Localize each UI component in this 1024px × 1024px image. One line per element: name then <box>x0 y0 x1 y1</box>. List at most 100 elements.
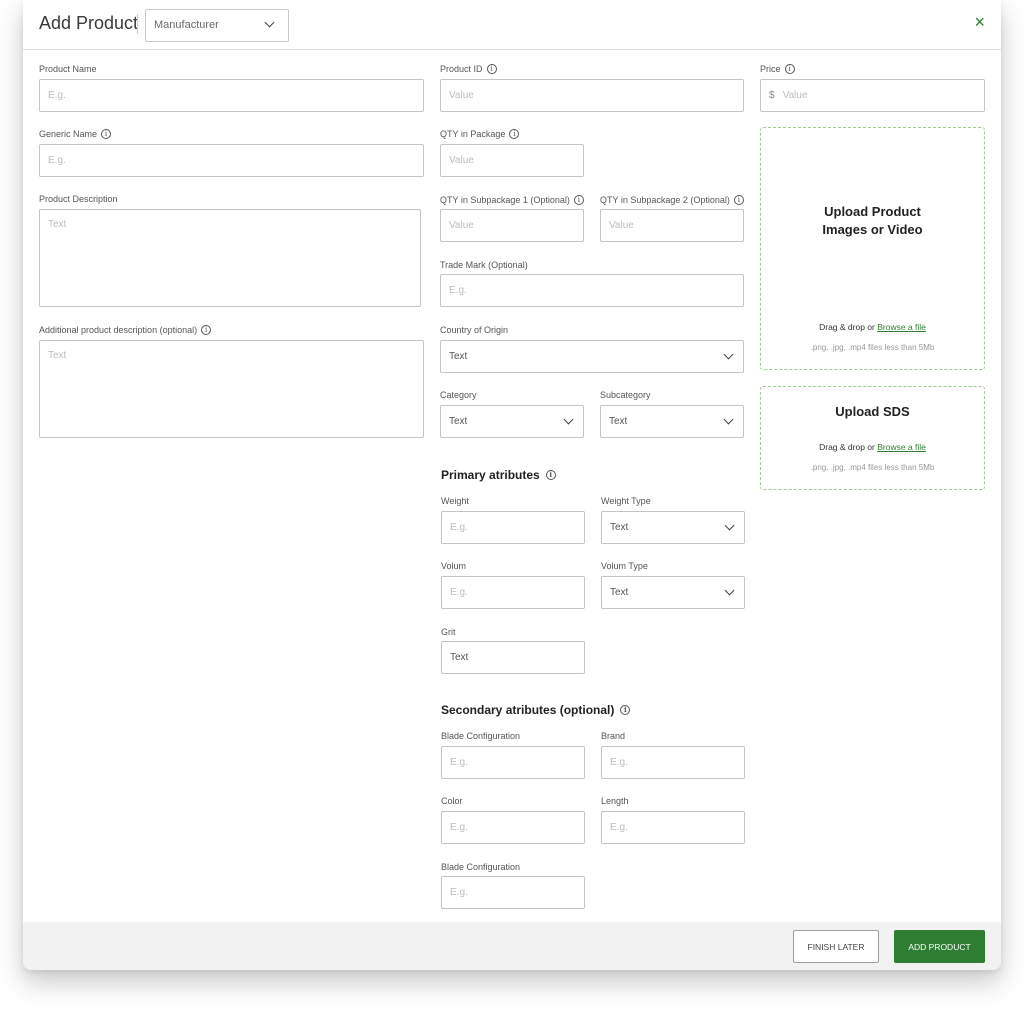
grit-label: Grit <box>441 627 456 637</box>
upload-media-title-line2: Images or Video <box>822 222 923 237</box>
primary-attributes-title: Primary atributes i <box>441 468 556 482</box>
weight-type-label: Weight Type <box>601 496 651 506</box>
country-label: Country of Origin <box>440 325 508 335</box>
qty-package-label-text: QTY in Package <box>440 129 506 139</box>
product-description-textarea[interactable]: Text <box>39 209 421 307</box>
modal-header: Add Product Manufacturer × <box>23 0 1001 50</box>
product-name-placeholder: E.g. <box>48 90 66 101</box>
additional-description-label: Additional product description (optional… <box>39 325 212 335</box>
category-label-text: Category <box>440 390 477 400</box>
chevron-down-icon <box>724 585 735 596</box>
price-label: Price i <box>760 64 795 74</box>
title-divider <box>137 14 138 34</box>
volum-label: Volum <box>441 561 466 571</box>
blade-configuration-2-label-text: Blade Configuration <box>441 862 521 872</box>
length-label-text: Length <box>601 796 629 806</box>
info-icon[interactable]: i <box>201 325 212 335</box>
volum-type-select[interactable]: Text <box>601 576 745 609</box>
info-icon[interactable]: i <box>545 470 556 480</box>
manufacturer-select[interactable]: Manufacturer <box>145 9 289 42</box>
price-input[interactable]: $ Value <box>760 79 985 112</box>
info-icon[interactable]: i <box>573 195 584 205</box>
brand-label-text: Brand <box>601 731 626 741</box>
length-input[interactable]: E.g. <box>601 811 745 844</box>
volum-type-label: Volum Type <box>601 561 648 571</box>
chevron-down-icon <box>723 414 734 425</box>
country-select[interactable]: Text <box>440 340 744 373</box>
close-icon[interactable]: × <box>974 13 985 31</box>
finish-later-button[interactable]: FINISH LATER <box>793 930 879 963</box>
product-name-input[interactable]: E.g. <box>39 79 424 112</box>
weight-input[interactable]: E.g. <box>441 511 585 544</box>
volum-placeholder: E.g. <box>450 587 468 598</box>
price-label-text: Price <box>760 64 781 74</box>
upload-media-title: Upload Product Images or Video <box>761 203 984 239</box>
grit-input[interactable]: Text <box>441 641 585 674</box>
blade-configuration-placeholder: E.g. <box>450 757 468 768</box>
qty-sub2-input[interactable]: Value <box>600 209 744 242</box>
color-input[interactable]: E.g. <box>441 811 585 844</box>
info-icon[interactable]: i <box>733 195 744 205</box>
currency-symbol: $ <box>769 90 775 101</box>
volum-input[interactable]: E.g. <box>441 576 585 609</box>
add-product-button[interactable]: ADD PRODUCT <box>894 930 985 963</box>
info-icon[interactable]: i <box>509 129 520 139</box>
chevron-down-icon <box>563 414 574 425</box>
price-placeholder: Value <box>782 90 808 101</box>
info-icon[interactable]: i <box>486 64 497 74</box>
country-label-text: Country of Origin <box>440 325 509 335</box>
qty-package-input[interactable]: Value <box>440 144 584 177</box>
upload-sds-browse-link[interactable]: Browse a file <box>877 442 926 452</box>
primary-attributes-title-text: Primary atributes <box>441 468 540 482</box>
generic-name-input[interactable]: E.g. <box>39 144 424 177</box>
additional-description-placeholder: Text <box>48 350 67 361</box>
additional-description-label-text: Additional product description (optional… <box>39 325 198 335</box>
blade-configuration-2-input[interactable]: E.g. <box>441 876 585 909</box>
volum-label-text: Volum <box>441 561 467 571</box>
volum-type-select-value: Text <box>610 587 629 598</box>
info-icon[interactable]: i <box>784 64 795 74</box>
qty-sub1-label-text: QTY in Subpackage 1 (Optional) <box>440 195 570 205</box>
product-description-label-text: Product Description <box>39 194 118 204</box>
blade-configuration-label-text: Blade Configuration <box>441 731 521 741</box>
qty-sub1-input[interactable]: Value <box>440 209 584 242</box>
upload-sds-dropzone[interactable]: Upload SDS Drag & drop or Browse a file … <box>760 386 985 490</box>
weight-type-label-text: Weight Type <box>601 496 651 506</box>
subcategory-label: Subcategory <box>600 390 651 400</box>
upload-media-browse-link[interactable]: Browse a file <box>877 322 926 332</box>
chevron-down-icon <box>264 17 275 28</box>
page-title: Add Product <box>39 13 139 33</box>
modal-footer: FINISH LATER ADD PRODUCT <box>23 922 1001 970</box>
info-icon[interactable]: i <box>620 705 631 715</box>
trade-mark-input[interactable]: E.g. <box>440 274 744 307</box>
info-icon[interactable]: i <box>101 129 112 139</box>
blade-configuration-2-label: Blade Configuration <box>441 862 520 872</box>
upload-media-drag-text: Drag & drop or Browse a file <box>761 322 984 332</box>
upload-media-title-line1: Upload Product <box>824 204 921 219</box>
volum-type-label-text: Volum Type <box>601 561 648 571</box>
product-name-label-text: Product Name <box>39 64 97 74</box>
product-id-label: Product ID i <box>440 64 497 74</box>
trade-mark-placeholder: E.g. <box>449 285 467 296</box>
category-select-value: Text <box>449 416 468 427</box>
upload-sds-drag-text: Drag & drop or Browse a file <box>761 442 984 452</box>
qty-sub1-label: QTY in Subpackage 1 (Optional) i <box>440 195 584 205</box>
upload-sds-hint: .png, .jpg, .mp4 files less than 5Mb <box>810 463 935 472</box>
length-label: Length <box>601 796 629 806</box>
subcategory-label-text: Subcategory <box>600 390 651 400</box>
length-placeholder: E.g. <box>610 822 628 833</box>
blade-configuration-input[interactable]: E.g. <box>441 746 585 779</box>
upload-sds-drag-label: Drag & drop or <box>819 442 875 452</box>
country-select-value: Text <box>449 351 468 362</box>
qty-package-placeholder: Value <box>449 155 474 166</box>
upload-media-dropzone[interactable]: Upload Product Images or Video Drag & dr… <box>760 127 985 370</box>
additional-description-textarea[interactable]: Text <box>39 340 424 438</box>
weight-type-select[interactable]: Text <box>601 511 745 544</box>
brand-input[interactable]: E.g. <box>601 746 745 779</box>
secondary-attributes-title-text: Secondary atributes (optional) <box>441 703 615 717</box>
subcategory-select[interactable]: Text <box>600 405 744 438</box>
upload-media-hint: .png, .jpg, .mp4 files less than 5Mb <box>810 343 935 352</box>
weight-label: Weight <box>441 496 469 506</box>
category-select[interactable]: Text <box>440 405 584 438</box>
product-id-input[interactable]: Value <box>440 79 744 112</box>
